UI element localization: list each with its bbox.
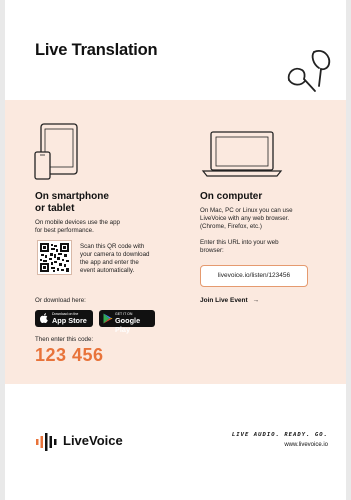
computer-desc-line1: On Mac, PC or Linux you can use xyxy=(200,207,293,214)
page-title: Live Translation xyxy=(35,41,158,59)
url-label-line2: browser: xyxy=(200,247,224,254)
qr-code-icon xyxy=(40,243,69,272)
tablet-phone-icon xyxy=(34,123,78,180)
qr-text-line4: event automatically. xyxy=(80,267,135,274)
event-code: 123 456 xyxy=(35,345,104,365)
qr-text-line1: Scan this QR code with xyxy=(80,243,145,250)
event-url-link[interactable]: livevoice.io/listen/123456 xyxy=(200,265,308,287)
mobile-desc-line2: for best performance. xyxy=(35,227,94,234)
laptop-icon xyxy=(201,131,283,177)
app-store-main-label: App Store xyxy=(52,316,87,325)
url-label-line1: Enter this URL into your web xyxy=(200,239,279,246)
download-label: Or download here: xyxy=(35,297,86,304)
google-play-main-label: Google Play xyxy=(115,316,141,334)
qr-text-line2: your camera to download xyxy=(80,251,150,258)
code-label: Then enter this code: xyxy=(35,336,94,343)
tagline: LIVE AUDIO. READY. GO. xyxy=(231,432,328,438)
mobile-desc-line1: On mobile devices use the app xyxy=(35,219,120,226)
join-label: Join Live Event xyxy=(200,297,248,304)
mobile-heading-line2: or tablet xyxy=(35,203,75,214)
livevoice-logo-icon xyxy=(36,433,57,451)
google-play-button[interactable]: GET IT ON Google Play xyxy=(99,310,155,334)
join-live-event-link[interactable]: Join Live Event → xyxy=(200,297,259,304)
website-link[interactable]: www.livevoice.io xyxy=(284,442,328,448)
mobile-heading-line1: On smartphone xyxy=(35,191,109,202)
app-store-button[interactable]: Download on the App Store xyxy=(35,310,93,327)
earbuds-icon xyxy=(287,50,331,92)
qr-code[interactable] xyxy=(37,240,72,275)
computer-desc-line3: (Chrome, Firefox, etc.) xyxy=(200,223,262,230)
brand-name: LiveVoice xyxy=(63,433,123,448)
apple-icon xyxy=(40,313,48,323)
google-play-icon xyxy=(103,313,113,324)
qr-text-line3: the app and enter the xyxy=(80,259,139,266)
flyer-page: Live Translation On smartphone or tablet… xyxy=(5,0,346,500)
computer-desc-line2: LiveVoice with any web browser. xyxy=(200,215,290,222)
computer-heading: On computer xyxy=(200,191,263,202)
arrow-right-icon: → xyxy=(252,297,260,304)
